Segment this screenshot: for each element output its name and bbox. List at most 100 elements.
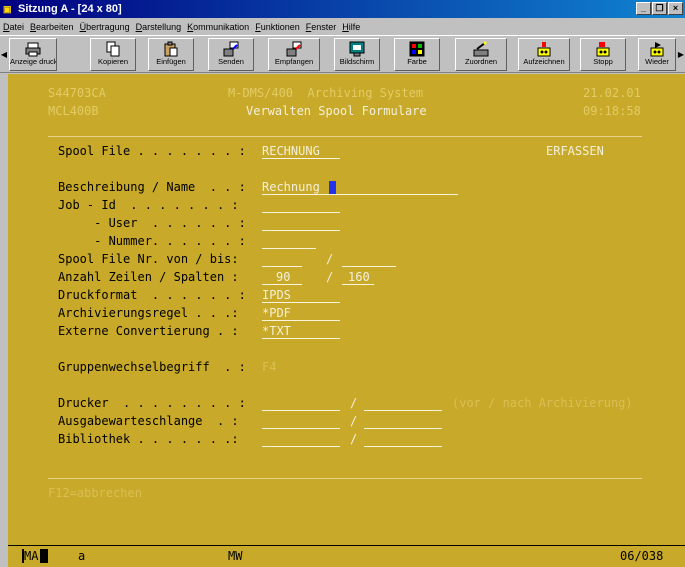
session-app-icon[interactable]: ▣ — [3, 3, 15, 15]
beschreibung-input[interactable]: Rechnung — [262, 180, 320, 195]
farbe-label: Farbe — [407, 57, 427, 66]
date: 21.02.01 — [583, 86, 641, 100]
play-macro-icon — [650, 42, 664, 57]
zeilen-underline — [262, 284, 302, 285]
spalten-underline — [342, 284, 374, 285]
toolbar: ◀ Anzeige drucken Kopieren Einfügen Send… — [0, 35, 685, 73]
menu-kommunikation[interactable]: Kommunikation — [187, 22, 249, 32]
menu-funktionen[interactable]: Funktionen — [255, 22, 300, 32]
window-controls: _ ❐ × — [636, 2, 683, 15]
spool-nr-bis-input[interactable] — [342, 266, 396, 267]
toolbar-scroll-left-icon[interactable]: ◀ — [0, 38, 8, 71]
system-id: S44703CA — [48, 86, 106, 100]
program-id: MCL400B — [48, 104, 99, 118]
wieder-button[interactable]: Wieder — [638, 38, 676, 71]
externe-convertierung-underline — [262, 338, 340, 339]
function-keys: F12=abbrechen — [48, 486, 142, 500]
cursor-position: 06/038 — [620, 549, 664, 563]
senden-label: Senden — [218, 57, 244, 66]
druckformat-label: Druckformat . . . . . . : — [58, 288, 246, 302]
menu-hilfe[interactable]: Hilfe — [342, 22, 360, 32]
druckformat-underline — [262, 302, 340, 303]
spool-nr-von-input[interactable] — [262, 266, 302, 267]
toolbar-scroll-right-icon[interactable]: ▶ — [677, 38, 685, 71]
ausgabewarteschlange-vor-input[interactable] — [262, 428, 340, 429]
spalten-input[interactable]: 160 — [348, 270, 370, 285]
paste-icon — [164, 41, 178, 57]
aufzeichnen-button[interactable]: Aufzeichnen — [518, 38, 570, 71]
mw-indicator: MW — [228, 549, 243, 563]
beschreibung-underline — [262, 194, 458, 195]
archivierungsregel-underline — [262, 320, 340, 321]
einfuegen-button[interactable]: Einfügen — [148, 38, 194, 71]
screen-subtitle: Verwalten Spool Formulare — [246, 104, 427, 118]
mode-indicator: ERFASSEN — [546, 144, 604, 158]
zeilen-spalten-label: Anzahl Zeilen / Spalten : — [58, 270, 239, 284]
menu-fenster[interactable]: Fenster — [306, 22, 337, 32]
ausgabewarteschlange-label: Ausgabewarteschlange . : — [58, 414, 239, 428]
nummer-label: - Nummer. . . . . . : — [58, 234, 246, 248]
menu-uebertragung[interactable]: Übertragung — [80, 22, 130, 32]
bibliothek-vor-input[interactable] — [262, 446, 340, 447]
kopieren-button[interactable]: Kopieren — [90, 38, 136, 71]
menu-bearbeiten[interactable]: Bearbeiten — [30, 22, 74, 32]
druckformat-input[interactable]: IPDS — [262, 288, 291, 303]
drucker-slash: / — [350, 396, 358, 410]
print-icon — [25, 42, 41, 57]
spool-nr-label: Spool File Nr. von / bis: — [58, 252, 239, 266]
zuordnen-label: Zuordnen — [464, 57, 498, 66]
einfuegen-label: Einfügen — [156, 57, 186, 66]
status-block-right — [40, 549, 48, 563]
spool-nr-slash: / — [326, 252, 334, 266]
externe-convertierung-input[interactable]: *TXT — [262, 324, 291, 339]
zeilen-input[interactable]: 90 — [276, 270, 290, 285]
mode-char: a — [78, 549, 86, 563]
close-icon[interactable]: × — [668, 2, 683, 15]
farbe-button[interactable]: Farbe — [394, 38, 440, 71]
app-title: M-DMS/400 Archiving System — [228, 86, 424, 100]
user-input[interactable] — [262, 230, 340, 231]
restore-icon[interactable]: ❐ — [652, 2, 667, 15]
zuordnen-button[interactable]: Zuordnen — [455, 38, 507, 71]
spool-file-value: RECHNUNG — [262, 144, 320, 158]
stopp-label: Stopp — [593, 57, 613, 66]
externe-convertierung-label: Externe Convertierung . : — [58, 324, 239, 338]
drucker-label: Drucker . . . . . . . . : — [58, 396, 246, 410]
menu-darstellung[interactable]: Darstellung — [136, 22, 182, 32]
zeilen-spalten-slash: / — [326, 270, 334, 284]
status-divider — [8, 545, 685, 546]
minimize-icon[interactable]: _ — [636, 2, 651, 15]
text-cursor — [329, 181, 336, 194]
nummer-input[interactable] — [262, 248, 316, 249]
menu-bar: Datei Bearbeiten Übertragung Darstellung… — [0, 18, 685, 35]
ausgabewarteschlange-nach-input[interactable] — [364, 428, 442, 429]
senden-button[interactable]: Senden — [208, 38, 254, 71]
gruppenwechsel-value[interactable]: F4 — [262, 360, 276, 375]
title-bar: ▣ Sitzung A - [24 x 80] _ ❐ × — [0, 0, 685, 18]
ausgabewarteschlange-slash: / — [350, 414, 358, 428]
archivierungsregel-input[interactable]: *PDF — [262, 306, 291, 321]
send-icon — [223, 41, 239, 57]
archivierungsregel-label: Archivierungsregel . . .: — [58, 306, 239, 320]
receive-icon — [286, 41, 302, 57]
wieder-label: Wieder — [645, 57, 669, 66]
bibliothek-slash: / — [350, 432, 358, 446]
anzeige-drucken-button[interactable]: Anzeige drucken — [9, 38, 57, 71]
beschreibung-label: Beschreibung / Name . . : — [58, 180, 246, 194]
anzeige-drucken-label: Anzeige drucken — [10, 57, 56, 66]
time: 09:18:58 — [583, 104, 641, 118]
empfangen-button[interactable]: Empfangen — [268, 38, 320, 71]
bildschirm-button[interactable]: Bildschirm — [334, 38, 380, 71]
job-id-input[interactable] — [262, 212, 340, 213]
color-palette-icon — [409, 41, 425, 57]
bibliothek-nach-input[interactable] — [364, 446, 442, 447]
stopp-button[interactable]: Stopp — [580, 38, 626, 71]
drucker-nach-input[interactable] — [364, 410, 442, 411]
menu-datei[interactable]: Datei — [3, 22, 24, 32]
user-label: - User . . . . . . : — [58, 216, 246, 230]
bildschirm-label: Bildschirm — [339, 57, 375, 66]
drucker-vor-input[interactable] — [262, 410, 340, 411]
terminal-screen[interactable]: S44703CA M-DMS/400 Archiving System 21.0… — [8, 74, 685, 567]
header-divider — [48, 136, 642, 137]
copy-icon — [106, 41, 120, 57]
